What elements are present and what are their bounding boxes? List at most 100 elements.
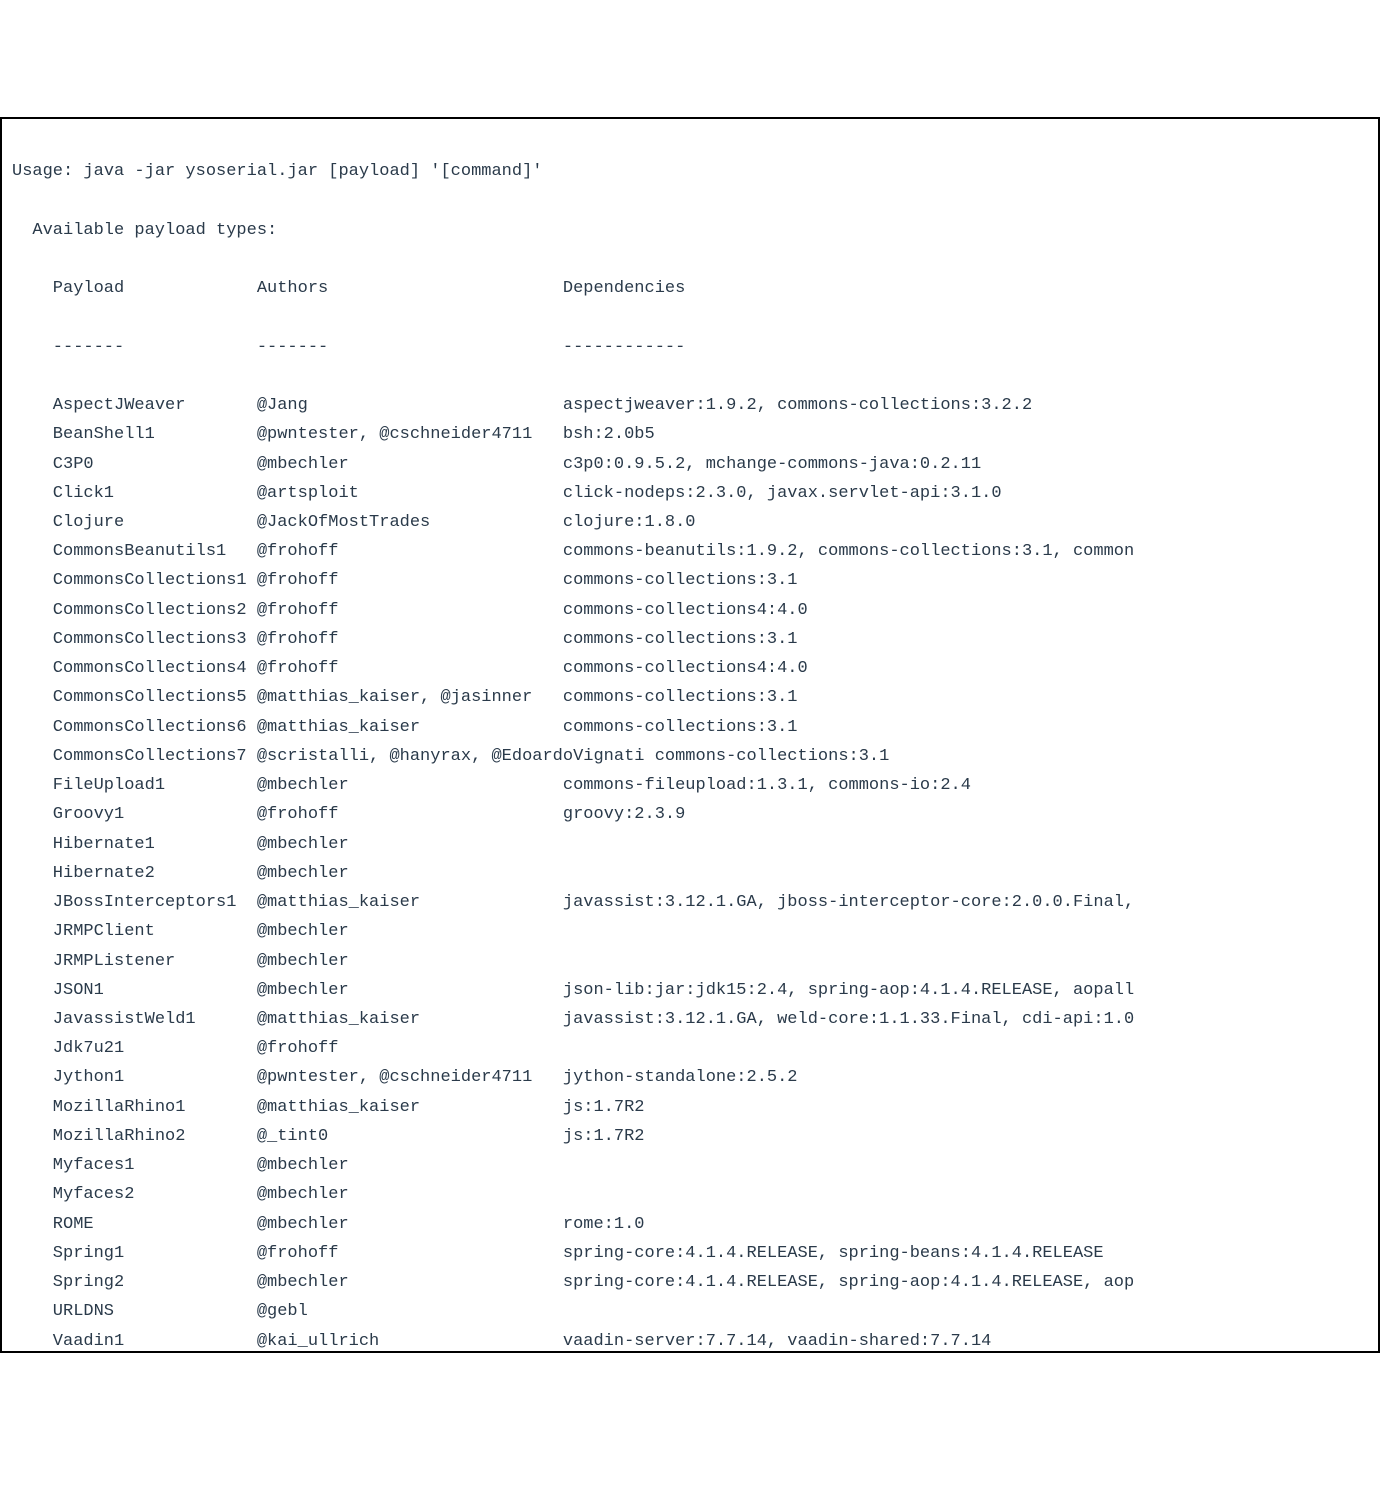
- table-row: Spring1@frohoffspring-core:4.1.4.RELEASE…: [12, 1239, 1378, 1268]
- cell-payload: JavassistWeld1: [53, 1005, 257, 1034]
- cell-authors: @scristalli, @hanyrax, @EdoardoVignati: [257, 742, 655, 771]
- table-row: CommonsCollections2@frohoffcommons-colle…: [12, 596, 1378, 625]
- table-row: JSON1@mbechlerjson-lib:jar:jdk15:2.4, sp…: [12, 976, 1378, 1005]
- cell-payload: Jdk7u21: [53, 1034, 257, 1063]
- cell-payload: CommonsCollections7: [53, 742, 257, 771]
- table-row: FileUpload1@mbechlercommons-fileupload:1…: [12, 771, 1378, 800]
- table-row: Hibernate2@mbechler: [12, 859, 1378, 888]
- table-row: MozillaRhino2@_tint0js:1.7R2: [12, 1122, 1378, 1151]
- cell-payload: JBossInterceptors1: [53, 888, 257, 917]
- cell-dependencies: vaadin-server:7.7.14, vaadin-shared:7.7.…: [563, 1327, 991, 1353]
- cell-payload: BeanShell1: [53, 420, 257, 449]
- table-row: CommonsCollections4@frohoffcommons-colle…: [12, 654, 1378, 683]
- cell-dependencies: spring-core:4.1.4.RELEASE, spring-aop:4.…: [563, 1268, 1134, 1297]
- table-row: Hibernate1@mbechler: [12, 830, 1378, 859]
- divider-payload: -------: [53, 333, 257, 362]
- header-dependencies: Dependencies: [563, 274, 685, 303]
- cell-dependencies: commons-collections4:4.0: [563, 596, 808, 625]
- table-row: Clojure@JackOfMostTradesclojure:1.8.0: [12, 508, 1378, 537]
- cell-payload: MozillaRhino2: [53, 1122, 257, 1151]
- cell-payload: Hibernate2: [53, 859, 257, 888]
- divider-dependencies: ------------: [563, 333, 685, 362]
- cell-authors: @mbechler: [257, 1180, 563, 1209]
- table-row: CommonsCollections5@matthias_kaiser, @ja…: [12, 683, 1378, 712]
- cell-dependencies: commons-fileupload:1.3.1, commons-io:2.4: [563, 771, 971, 800]
- cell-authors: @mbechler: [257, 917, 563, 946]
- cell-authors: @frohoff: [257, 800, 563, 829]
- cell-dependencies: commons-beanutils:1.9.2, commons-collect…: [563, 537, 1134, 566]
- cell-dependencies: click-nodeps:2.3.0, javax.servlet-api:3.…: [563, 479, 1002, 508]
- cell-dependencies: json-lib:jar:jdk15:2.4, spring-aop:4.1.4…: [563, 976, 1134, 1005]
- cell-dependencies: spring-core:4.1.4.RELEASE, spring-beans:…: [563, 1239, 1104, 1268]
- table-row: Click1@artsploitclick-nodeps:2.3.0, java…: [12, 479, 1378, 508]
- table-row: MozillaRhino1@matthias_kaiserjs:1.7R2: [12, 1093, 1378, 1122]
- cell-dependencies: rome:1.0: [563, 1210, 645, 1239]
- table-row: CommonsCollections7@scristalli, @hanyrax…: [12, 742, 1378, 771]
- cell-authors: @frohoff: [257, 654, 563, 683]
- table-row: URLDNS@gebl: [12, 1297, 1378, 1326]
- header-authors: Authors: [257, 274, 563, 303]
- cell-payload: CommonsCollections6: [53, 713, 257, 742]
- cell-authors: @artsploit: [257, 479, 563, 508]
- cell-dependencies: commons-collections:3.1: [563, 566, 798, 595]
- cell-payload: AspectJWeaver: [53, 391, 257, 420]
- table-row: Myfaces1@mbechler: [12, 1151, 1378, 1180]
- cell-dependencies: commons-collections:3.1: [563, 683, 798, 712]
- cell-payload: JSON1: [53, 976, 257, 1005]
- cell-dependencies: c3p0:0.9.5.2, mchange-commons-java:0.2.1…: [563, 450, 981, 479]
- cell-payload: CommonsCollections2: [53, 596, 257, 625]
- cell-payload: Hibernate1: [53, 830, 257, 859]
- available-line: Available payload types:: [12, 216, 1378, 245]
- cell-payload: CommonsCollections3: [53, 625, 257, 654]
- cell-authors: @_tint0: [257, 1122, 563, 1151]
- cell-payload: CommonsCollections4: [53, 654, 257, 683]
- cell-authors: @frohoff: [257, 1239, 563, 1268]
- cell-authors: @mbechler: [257, 859, 563, 888]
- cell-dependencies: javassist:3.12.1.GA, jboss-interceptor-c…: [563, 888, 1134, 917]
- cell-authors: @gebl: [257, 1297, 563, 1326]
- cell-dependencies: commons-collections:3.1: [563, 625, 798, 654]
- cell-dependencies: commons-collections4:4.0: [563, 654, 808, 683]
- cell-payload: JRMPClient: [53, 917, 257, 946]
- cell-authors: @mbechler: [257, 976, 563, 1005]
- cell-authors: @frohoff: [257, 566, 563, 595]
- cell-authors: @mbechler: [257, 830, 563, 859]
- cell-authors: @pwntester, @cschneider4711: [257, 1063, 563, 1092]
- cell-authors: @matthias_kaiser: [257, 888, 563, 917]
- cell-dependencies: groovy:2.3.9: [563, 800, 685, 829]
- header-payload: Payload: [53, 274, 257, 303]
- cell-authors: @matthias_kaiser: [257, 1005, 563, 1034]
- usage-line: Usage: java -jar ysoserial.jar [payload]…: [12, 157, 1378, 186]
- table-row: JRMPListener@mbechler: [12, 947, 1378, 976]
- cell-payload: CommonsBeanutils1: [53, 537, 257, 566]
- table-row: Groovy1@frohoffgroovy:2.3.9: [12, 800, 1378, 829]
- table-row: Jdk7u21@frohoff: [12, 1034, 1378, 1063]
- cell-payload: Groovy1: [53, 800, 257, 829]
- table-row: Jython1@pwntester, @cschneider4711jython…: [12, 1063, 1378, 1092]
- cell-payload: ROME: [53, 1210, 257, 1239]
- cell-payload: MozillaRhino1: [53, 1093, 257, 1122]
- cell-payload: Clojure: [53, 508, 257, 537]
- cell-payload: JRMPListener: [53, 947, 257, 976]
- table-row: JBossInterceptors1@matthias_kaiserjavass…: [12, 888, 1378, 917]
- cell-dependencies: jython-standalone:2.5.2: [563, 1063, 798, 1092]
- cell-authors: @frohoff: [257, 625, 563, 654]
- table-row: C3P0@mbechlerc3p0:0.9.5.2, mchange-commo…: [12, 450, 1378, 479]
- cell-authors: @frohoff: [257, 596, 563, 625]
- cell-authors: @JackOfMostTrades: [257, 508, 563, 537]
- table-row: JavassistWeld1@matthias_kaiserjavassist:…: [12, 1005, 1378, 1034]
- cell-authors: @frohoff: [257, 1034, 563, 1063]
- table-row: BeanShell1@pwntester, @cschneider4711bsh…: [12, 420, 1378, 449]
- cell-payload: Myfaces2: [53, 1180, 257, 1209]
- terminal-output: Usage: java -jar ysoserial.jar [payload]…: [0, 117, 1380, 1353]
- table-row: CommonsBeanutils1@frohoffcommons-beanuti…: [12, 537, 1378, 566]
- table-row: CommonsCollections3@frohoffcommons-colle…: [12, 625, 1378, 654]
- cell-authors: @Jang: [257, 391, 563, 420]
- cell-dependencies: js:1.7R2: [563, 1093, 645, 1122]
- cell-authors: @mbechler: [257, 450, 563, 479]
- cell-authors: @matthias_kaiser, @jasinner: [257, 683, 563, 712]
- cell-payload: FileUpload1: [53, 771, 257, 800]
- cell-payload: URLDNS: [53, 1297, 257, 1326]
- payload-rows: AspectJWeaver@Jangaspectjweaver:1.9.2, c…: [12, 391, 1378, 1353]
- cell-payload: CommonsCollections5: [53, 683, 257, 712]
